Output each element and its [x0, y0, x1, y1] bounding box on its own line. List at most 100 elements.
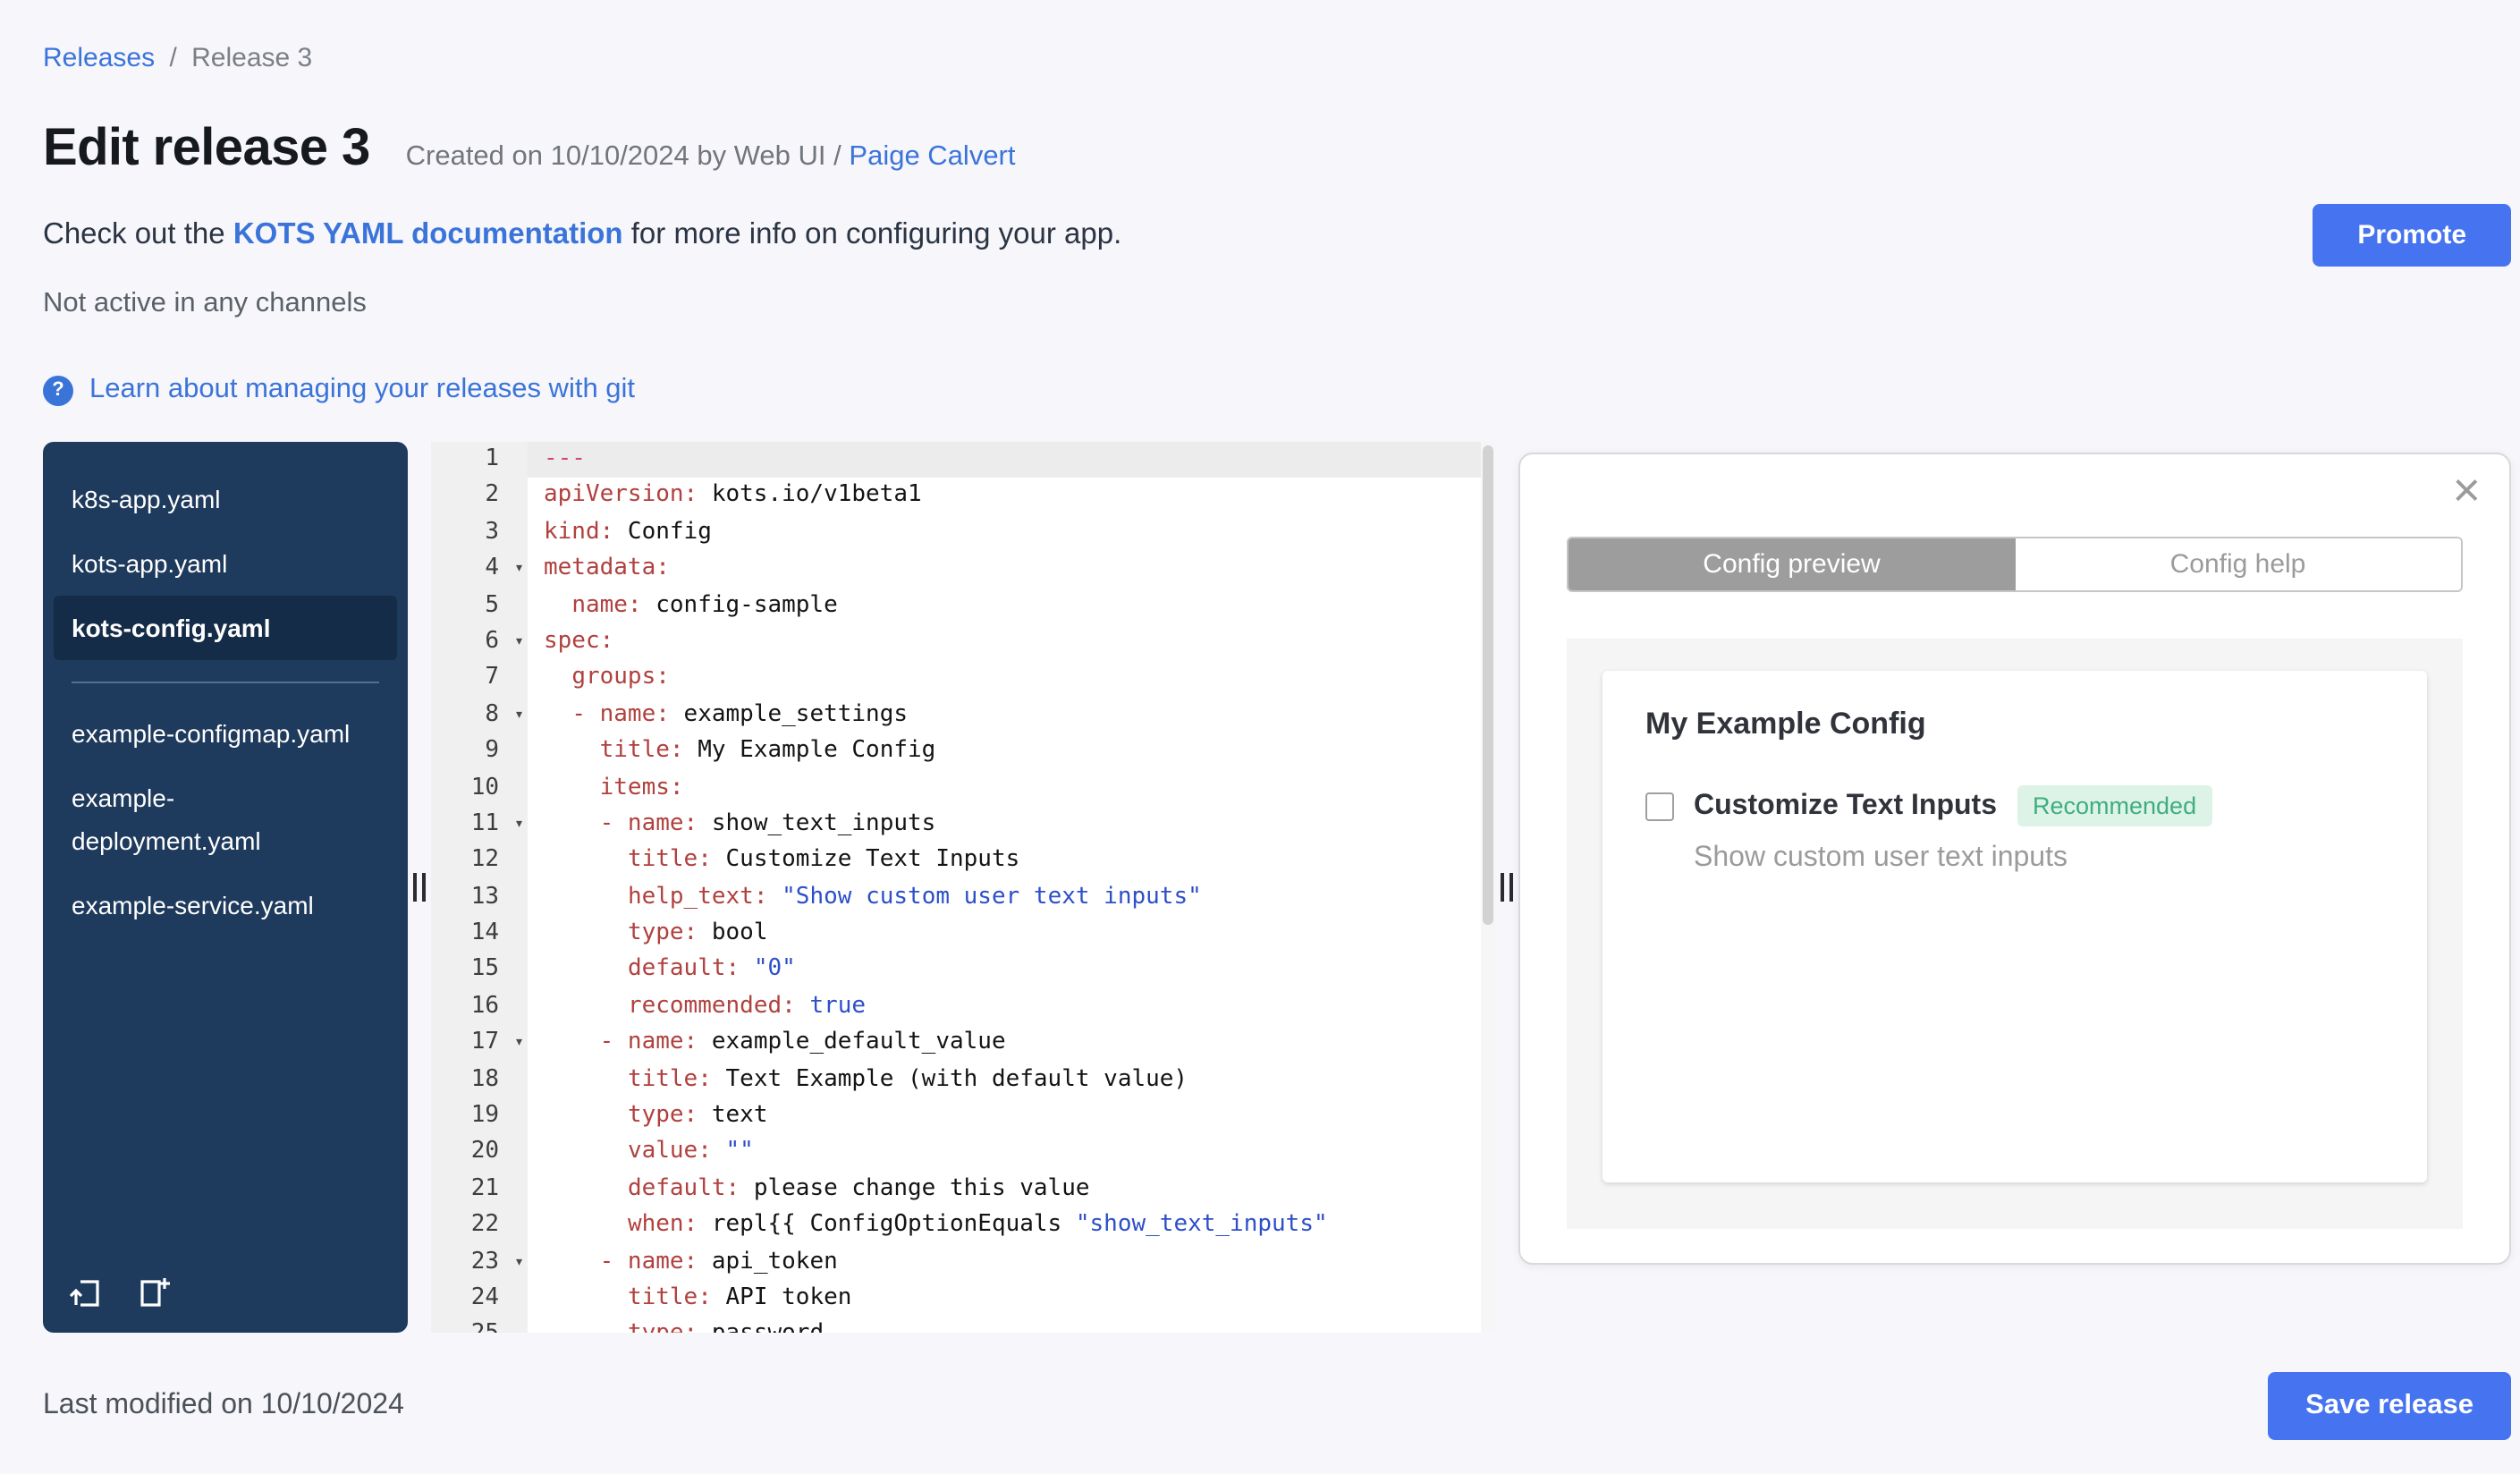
line-number: 6 ▾ [431, 624, 528, 661]
line-number: 7 [485, 664, 499, 691]
line-number: 15 [470, 955, 499, 983]
fold-arrow-icon[interactable]: ▾ [514, 807, 524, 843]
line-number: 2 [485, 481, 499, 509]
page: Releases / Release 3 Edit release 3 Crea… [0, 0, 2520, 1474]
config-preview-area: My Example Config Customize Text Inputs … [1567, 639, 2463, 1229]
new-file-icon[interactable] [134, 1274, 172, 1311]
code-line[interactable]: items: [528, 770, 1495, 807]
config-group-title: My Example Config [1645, 707, 1926, 741]
code-line[interactable]: - name: show_text_inputs [528, 807, 1495, 843]
config-preview-column: × Config preview Config help My Example … [1518, 442, 2511, 1333]
line-number: 3 [485, 518, 499, 546]
fold-arrow-icon[interactable]: ▾ [514, 1244, 524, 1281]
last-modified-text: Last modified on 10/10/2024 [43, 1390, 404, 1420]
line-number: 23 ▾ [431, 1244, 528, 1281]
editor-gutter: 1 2 3 4 ▾ 5 6 ▾ 7 8 ▾ 9 10 11 ▾ 12 13 14 15 16 17 ▾ 18 19 20 21 22… [431, 442, 528, 1333]
question-icon: ? [43, 375, 73, 405]
kots-yaml-doc-link[interactable]: KOTS YAML documentation [233, 218, 623, 250]
code-line[interactable]: spec: [528, 624, 1495, 661]
tab-config-preview[interactable]: Config preview [1569, 538, 2015, 590]
breadcrumb-releases-link[interactable]: Releases [43, 43, 155, 73]
line-number: 21 [470, 1174, 499, 1202]
file-tree-list: k8s-app.yaml kots-app.yaml kots-config.yam… [43, 467, 408, 937]
line-number: 4 ▾ [431, 551, 528, 588]
code-line[interactable]: when: repl{{ ConfigOptionEquals "show_te… [528, 1207, 1495, 1244]
line-number: 12 [470, 846, 499, 874]
line-number: 14 [470, 919, 499, 947]
line-number: 1 [485, 445, 499, 472]
file-tree-sidebar: k8s-app.yaml kots-app.yaml kots-config.yam… [43, 442, 408, 1333]
file-tree-item[interactable]: example-service.yaml [43, 873, 408, 937]
file-tree-item[interactable]: k8s-app.yaml [43, 467, 408, 531]
channel-status: Not active in any channels [43, 288, 367, 318]
file-tree-item[interactable]: example-deployment.yaml [43, 766, 408, 873]
code-line[interactable]: default: "0" [528, 953, 1495, 989]
file-tree-item[interactable]: example-configmap.yaml [43, 701, 408, 766]
author-link[interactable]: Paige Calvert [849, 141, 1015, 172]
code-line[interactable]: - name: example_default_value [528, 1026, 1495, 1063]
save-release-button[interactable]: Save release [2268, 1372, 2511, 1440]
breadcrumb-current: Release 3 [191, 43, 313, 73]
code-line[interactable]: title: My Example Config [528, 733, 1495, 770]
close-icon[interactable]: × [2452, 462, 2481, 520]
line-number: 9 [485, 737, 499, 765]
breadcrumb-separator: / [169, 43, 177, 73]
config-help-text: Show custom user text inputs [1694, 843, 2068, 873]
upload-file-icon[interactable] [68, 1274, 106, 1311]
code-line[interactable]: name: config-sample [528, 588, 1495, 624]
config-preview-panel: × Config preview Config help My Example … [1518, 453, 2511, 1265]
code-line[interactable]: apiVersion: kots.io/v1beta1 [528, 479, 1495, 515]
line-number: 11 ▾ [431, 807, 528, 843]
code-line[interactable]: type: password [528, 1317, 1495, 1333]
fold-arrow-icon[interactable]: ▾ [514, 697, 524, 733]
promote-button[interactable]: Promote [2313, 204, 2511, 267]
preview-resize-handle[interactable] [1501, 873, 1513, 902]
code-line[interactable]: title: API token [528, 1281, 1495, 1317]
line-number: 8 ▾ [431, 697, 528, 733]
editor-scrollbar[interactable] [1481, 442, 1495, 1333]
git-help-row: ? Learn about managing your releases wit… [43, 374, 2511, 406]
sidebar-resize-handle[interactable] [413, 873, 426, 902]
code-line[interactable]: metadata: [528, 551, 1495, 588]
code-line[interactable]: - name: api_token [528, 1244, 1495, 1281]
code-line[interactable]: kind: Config [528, 515, 1495, 552]
line-number: 17 ▾ [431, 1026, 528, 1063]
file-tree-item[interactable]: kots-config.yaml [54, 596, 397, 660]
created-text: Created on 10/10/2024 by Web UI / [405, 141, 841, 172]
git-releases-link[interactable]: Learn about managing your releases with … [89, 374, 635, 406]
editor-code-area[interactable]: --- apiVersion: kots.io/v1beta1 kind: Conf… [528, 442, 1495, 1333]
file-tree-item[interactable]: kots-app.yaml [43, 531, 408, 596]
fold-arrow-icon[interactable]: ▾ [514, 624, 524, 661]
line-number: 19 [470, 1102, 499, 1130]
tab-config-help[interactable]: Config help [2015, 538, 2461, 590]
doc-line-suffix: for more info on configuring your app. [622, 218, 1122, 250]
code-line[interactable]: groups: [528, 661, 1495, 698]
editor-scrollbar-thumb[interactable] [1483, 445, 1493, 925]
fold-arrow-icon[interactable]: ▾ [514, 551, 524, 588]
code-line[interactable]: title: Text Example (with default value) [528, 1062, 1495, 1098]
line-number: 22 [470, 1211, 499, 1239]
title-row: Edit release 3 Created on 10/10/2024 by … [43, 120, 2511, 179]
code-line[interactable]: type: bool [528, 916, 1495, 953]
code-line[interactable]: title: Customize Text Inputs [528, 843, 1495, 880]
code-line[interactable]: value: "" [528, 1135, 1495, 1172]
doc-line-prefix: Check out the [43, 218, 233, 250]
customize-text-inputs-checkbox[interactable] [1645, 792, 1674, 820]
footer-row: Last modified on 10/10/2024 Save release [43, 1372, 2511, 1440]
line-number: 5 [485, 591, 499, 619]
code-line[interactable]: help_text: "Show custom user text inputs… [528, 879, 1495, 916]
line-number: 13 [470, 883, 499, 911]
line-number: 10 [470, 774, 499, 801]
code-line[interactable]: --- [528, 442, 1495, 479]
code-line[interactable]: default: please change this value [528, 1172, 1495, 1208]
code-line[interactable]: type: text [528, 1098, 1495, 1135]
file-tree-actions [68, 1274, 172, 1311]
yaml-editor[interactable]: 1 2 3 4 ▾ 5 6 ▾ 7 8 ▾ 9 10 11 ▾ 12 13 14 15 16 17 ▾ 18 19 20 21 22… [431, 442, 1495, 1333]
code-line[interactable]: recommended: true [528, 989, 1495, 1026]
code-line[interactable]: - name: example_settings [528, 697, 1495, 733]
config-item-row: Customize Text Inputs Recommended [1645, 785, 2384, 826]
config-group-card: My Example Config Customize Text Inputs … [1602, 671, 2427, 1182]
config-item-label: Customize Text Inputs [1694, 790, 1997, 820]
fold-arrow-icon[interactable]: ▾ [514, 1026, 524, 1063]
created-info: Created on 10/10/2024 by Web UI / Paige … [406, 141, 1016, 174]
